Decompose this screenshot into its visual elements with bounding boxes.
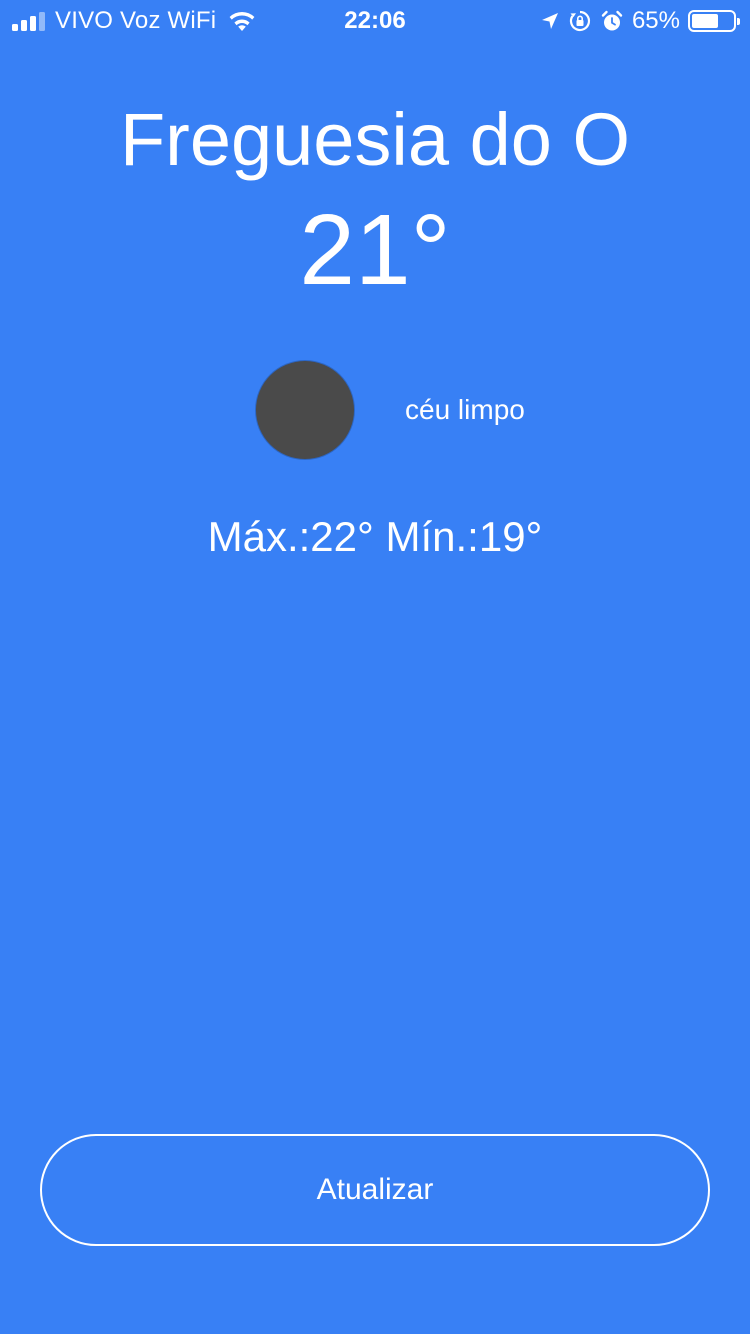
weather-condition: céu limpo xyxy=(405,394,525,425)
orientation-lock-icon xyxy=(569,10,591,32)
condition-row: céu limpo xyxy=(0,358,750,462)
location-arrow-icon xyxy=(541,13,558,29)
alarm-icon xyxy=(601,10,623,31)
battery-fill xyxy=(692,14,718,28)
weather-icon xyxy=(256,361,354,459)
status-right: 65% xyxy=(540,6,740,36)
city-name: Freguesia do O xyxy=(119,98,631,181)
battery-percent: 65% xyxy=(631,7,680,34)
status-bar: VIVO Voz WiFi 22:06 65% xyxy=(0,0,750,40)
min-max-temperature: Máx.:22° Mín.:19° xyxy=(207,513,543,560)
current-temperature: 21° xyxy=(299,194,451,306)
update-button[interactable]: Atualizar xyxy=(40,1134,710,1246)
battery-icon xyxy=(688,10,740,32)
